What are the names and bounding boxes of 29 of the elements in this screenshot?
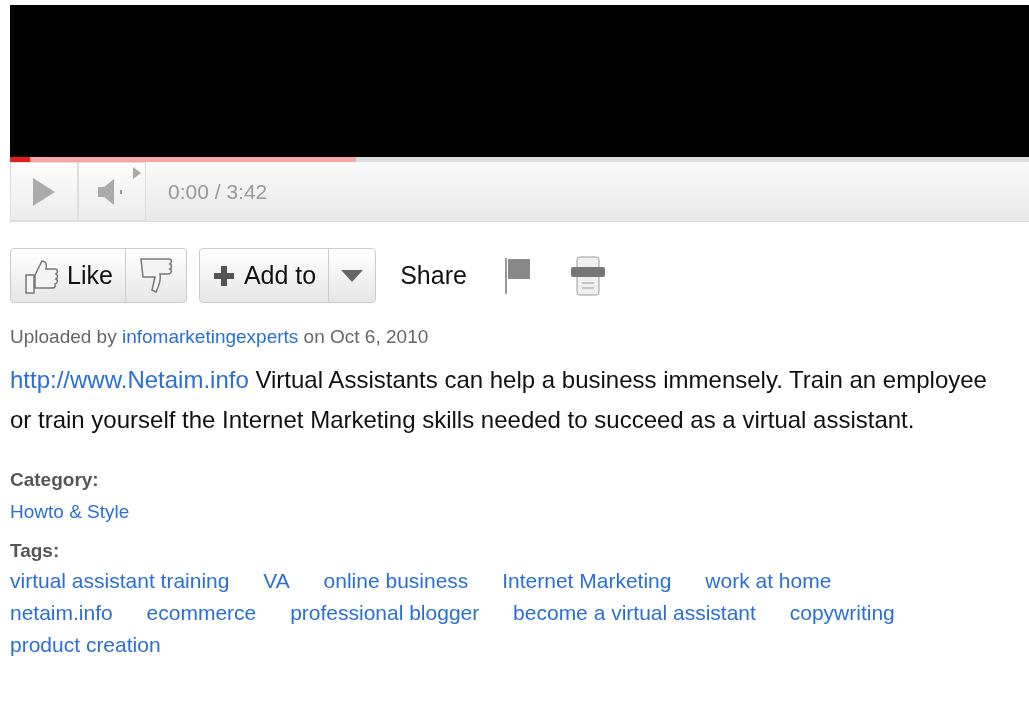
video-description: http://www.Netaim.info Virtual Assistants can help a business immensely. Train an employee or train yourself the Internet Marketing skills needed to succeed as a virtual assistant. — [10, 364, 988, 435]
tag-link[interactable]: netaim.info — [10, 601, 113, 624]
url-link[interactable]: http://www.Netaim.info — [10, 365, 249, 393]
share-button[interactable]: Share — [388, 248, 479, 303]
tag-link[interactable]: virtual assistant training — [10, 569, 230, 592]
caret-icon — [341, 269, 364, 282]
tag-link[interactable]: professional blogger — [290, 601, 480, 624]
flag-icon — [502, 255, 533, 296]
play-button[interactable] — [10, 162, 78, 221]
tag-link[interactable]: become a virtual assistant — [513, 601, 756, 624]
expand-icon[interactable] — [133, 167, 141, 179]
category-link[interactable]: Howto & Style — [10, 501, 130, 522]
tags-label: Tags: — [10, 538, 61, 563]
tag-link[interactable]: work at home — [705, 569, 832, 592]
plus-icon — [211, 263, 236, 288]
printer-icon — [568, 254, 607, 297]
time-display: 0:00 / 3:42 — [168, 178, 268, 205]
username-link[interactable]: infomarketingexperts — [121, 326, 299, 347]
thumbs-down-icon — [137, 256, 174, 295]
play-icon — [31, 175, 57, 208]
tag-link[interactable]: copywriting — [789, 601, 895, 624]
category-label: Category: — [10, 467, 100, 492]
tag-link[interactable]: VA — [263, 569, 290, 592]
volume-button[interactable] — [78, 162, 146, 221]
tag-link[interactable]: product creation — [10, 633, 161, 656]
upload-info: Uploaded by infomarketingexperts on Oct 6, 2010 — [10, 325, 430, 349]
tag-link[interactable]: ecommerce — [146, 601, 257, 624]
tag-link[interactable]: online business — [323, 569, 469, 592]
tag-link[interactable]: Internet Marketing — [502, 569, 672, 592]
